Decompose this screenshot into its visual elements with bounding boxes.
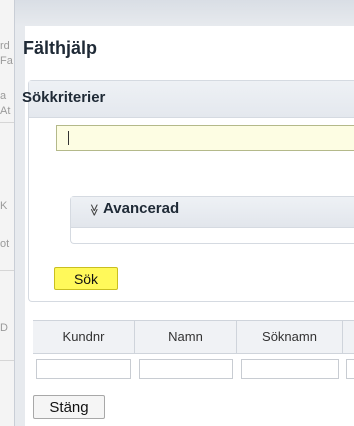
text-cursor [68,131,69,145]
results-header-row: Kundnr Namn Söknamn [33,320,354,354]
filter-input-kundnr[interactable] [36,359,131,379]
search-criteria-title: Sökkriterier [22,89,106,106]
close-button[interactable]: Stäng [33,395,105,419]
dialog-title: Fälthjälp [23,38,98,58]
background-divider [0,270,14,271]
column-header-soknamn[interactable]: Söknamn [237,321,343,353]
background-text: At [0,105,11,117]
search-input[interactable] [56,125,354,151]
filter-input-namn[interactable] [139,359,233,379]
background-text: ot [0,238,10,250]
background-text: K [0,200,8,212]
search-button[interactable]: Sök [54,267,118,290]
dialog-header-bar[interactable] [15,0,354,26]
column-header-partial[interactable] [343,321,354,353]
background-text: a [0,90,7,102]
column-header-namn[interactable]: Namn [135,321,237,353]
results-table: Kundnr Namn Söknamn [33,320,354,382]
advanced-toggle-label[interactable]: Avancerad [103,200,179,217]
background-divider [0,360,14,361]
background-text: Fa [0,55,13,67]
background-text: rd [0,40,10,52]
background-divider [0,122,14,123]
filter-input-soknamn[interactable] [241,359,339,379]
filter-input-partial[interactable] [346,359,354,379]
background-text: D [0,322,8,334]
double-chevron-down-icon[interactable]: ≫ [87,204,101,217]
column-header-kundnr[interactable]: Kundnr [33,321,135,353]
